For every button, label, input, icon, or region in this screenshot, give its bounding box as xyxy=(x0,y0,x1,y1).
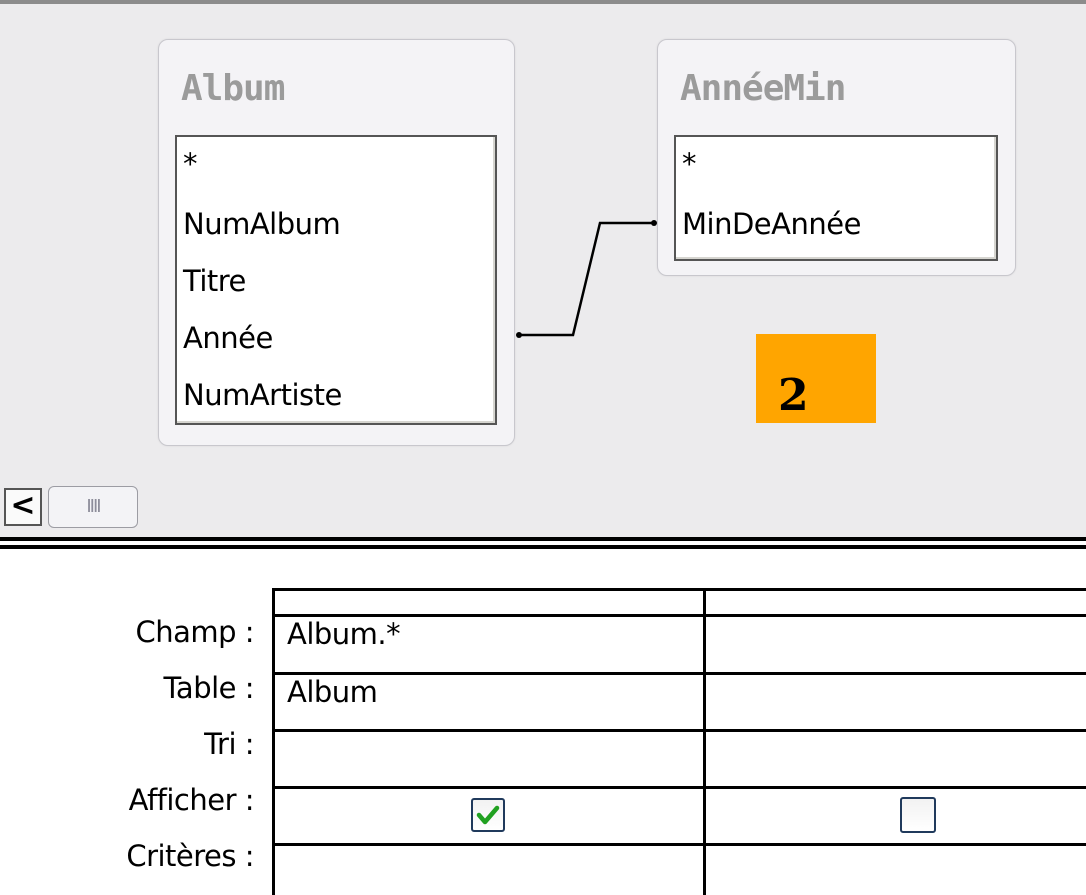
checkmark-icon xyxy=(476,805,500,825)
row-label-champ: Champ : xyxy=(135,615,254,649)
cell-champ-col2[interactable] xyxy=(706,617,1086,672)
cell-criteres-col1[interactable] xyxy=(275,846,703,895)
cell-tri-col1[interactable] xyxy=(275,732,703,786)
cell-table-col2[interactable] xyxy=(706,675,1086,729)
pane-splitter-lower xyxy=(0,545,1086,549)
horizontal-scrollbar[interactable]: < IIII xyxy=(0,480,1086,538)
row-label-criteres: Critères : xyxy=(126,839,254,873)
step-number-badge: 2 xyxy=(756,334,876,423)
cell-table-col1[interactable]: Album xyxy=(275,675,703,729)
pane-splitter[interactable] xyxy=(0,537,1086,541)
query-design-grid: Champ : Table : Tri : Afficher : Critère… xyxy=(0,557,1086,895)
scrollbar-thumb[interactable]: IIII xyxy=(48,486,138,528)
cell-champ-col1[interactable]: Album.* xyxy=(275,617,703,672)
join-line[interactable] xyxy=(0,0,1086,537)
grid-line xyxy=(272,786,1086,789)
scroll-left-arrow-icon[interactable]: < xyxy=(4,488,42,526)
row-label-table: Table : xyxy=(163,671,255,705)
query-design-upper-pane: Album * NumAlbum Titre Année NumArtiste … xyxy=(0,0,1086,537)
afficher-checkbox-col2[interactable] xyxy=(900,797,936,833)
cell-criteres-col2[interactable] xyxy=(706,846,1086,895)
grid-line xyxy=(272,588,1086,591)
row-label-tri: Tri : xyxy=(204,727,254,761)
afficher-checkbox-col1[interactable] xyxy=(471,798,505,832)
row-label-afficher: Afficher : xyxy=(128,783,255,817)
cell-tri-col2[interactable] xyxy=(706,732,1086,786)
